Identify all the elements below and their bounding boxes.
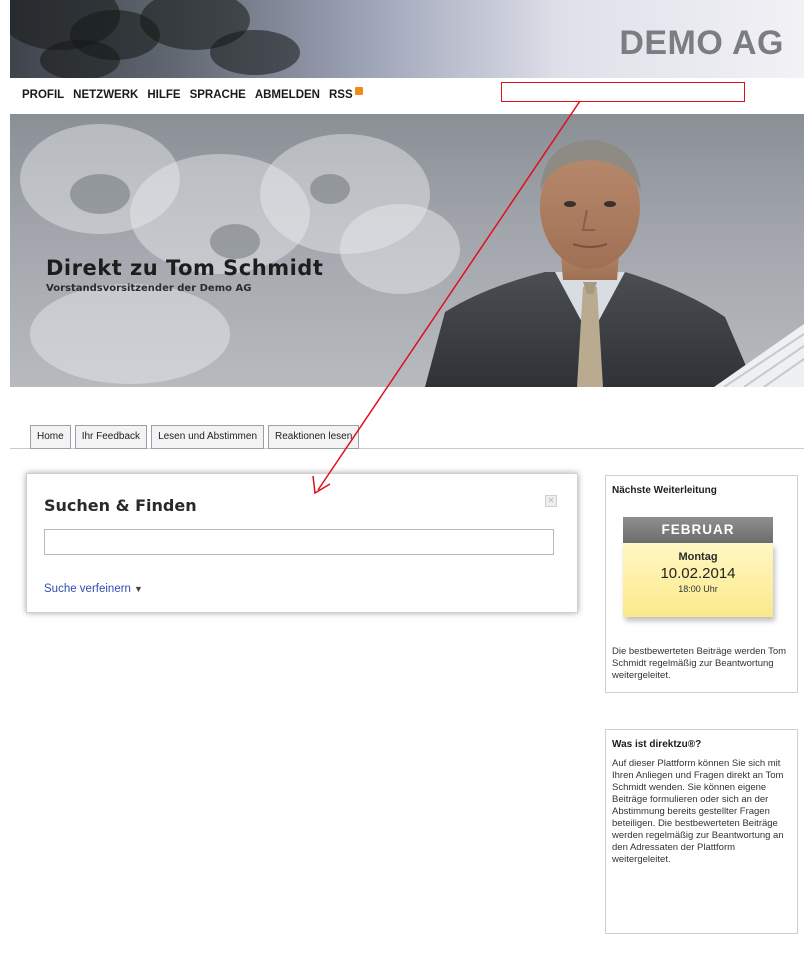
about-title: Was ist direktzu®?	[612, 739, 702, 750]
hero-title: Direkt zu Tom Schmidt	[46, 256, 324, 280]
nav-item-sprache[interactable]: SPRACHE	[190, 89, 246, 101]
search-panel: Suchen & Finden ✕ Suche verfeinern ▼	[26, 473, 578, 613]
page: DEMO AG PROFIL NETZWERK HILFE SPRACHE AB…	[0, 0, 804, 976]
top-navigation: PROFIL NETZWERK HILFE SPRACHE ABMELDEN R…	[22, 85, 363, 105]
next-forwarding-title: Nächste Weiterleitung	[612, 485, 717, 496]
next-forwarding-box: Nächste Weiterleitung FEBRUAR Montag 10.…	[605, 475, 798, 693]
next-forwarding-text: Die bestbewerteten Beiträge werden Tom S…	[612, 646, 787, 681]
annotation-highlight-box	[501, 82, 745, 102]
rss-icon	[354, 87, 363, 95]
search-input[interactable]	[44, 529, 554, 555]
tab-reaktionen-lesen[interactable]: Reaktionen lesen	[268, 425, 360, 449]
calendar-time: 18:00 Uhr	[678, 584, 718, 594]
rss-label: RSS	[328, 89, 353, 101]
calendar-note: Montag 10.02.2014 18:00 Uhr	[623, 543, 773, 617]
calendar-weekday: Montag	[678, 551, 718, 563]
hero-subtitle: Vorstandsvorsitzender der Demo AG	[46, 283, 252, 294]
about-text: Auf dieser Plattform können Sie sich mit…	[612, 758, 784, 865]
main-tabs: Home Ihr Feedback Lesen und Abstimmen Re…	[30, 425, 360, 449]
tab-ihr-feedback[interactable]: Ihr Feedback	[74, 425, 148, 449]
nav-item-hilfe[interactable]: HILFE	[147, 89, 180, 101]
close-icon[interactable]: ✕	[545, 495, 557, 507]
about-box: Was ist direktzu®? Auf dieser Plattform …	[605, 729, 798, 934]
hero-banner: Direkt zu Tom Schmidt Vorstandsvorsitzen…	[10, 114, 804, 387]
calendar-month: FEBRUAR	[623, 517, 773, 543]
nav-item-profil[interactable]: PROFIL	[22, 89, 64, 101]
nav-item-abmelden[interactable]: ABMELDEN	[255, 89, 320, 101]
calendar-date: 10.02.2014	[660, 565, 736, 582]
header-banner: DEMO AG	[10, 0, 804, 78]
brand-logo: DEMO AG	[619, 24, 784, 62]
tab-home[interactable]: Home	[30, 425, 71, 449]
tab-lesen-und-abstimmen[interactable]: Lesen und Abstimmen	[151, 425, 265, 449]
caret-down-icon: ▼	[133, 584, 143, 594]
calendar-widget: FEBRUAR Montag 10.02.2014 18:00 Uhr	[623, 517, 773, 617]
nav-item-netzwerk[interactable]: NETZWERK	[73, 89, 138, 101]
search-panel-title: Suchen & Finden	[44, 496, 197, 515]
railing-graphic	[714, 324, 804, 387]
refine-search-link[interactable]: Suche verfeinern ▼	[44, 583, 143, 595]
nav-item-rss[interactable]: RSS	[328, 87, 363, 101]
refine-search-label: Suche verfeinern	[44, 583, 131, 595]
